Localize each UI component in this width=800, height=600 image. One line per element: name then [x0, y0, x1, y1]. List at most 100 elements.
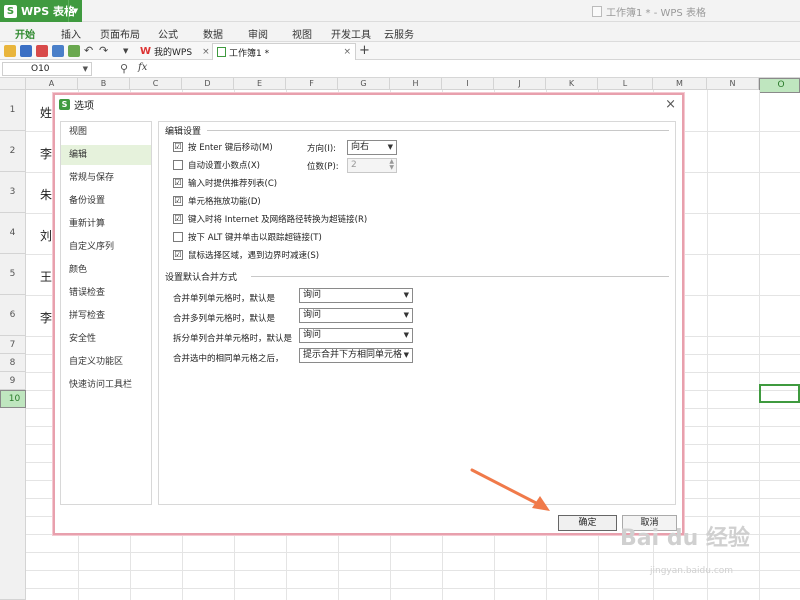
column-header[interactable]: H [390, 78, 442, 90]
name-box[interactable]: O10 ▼ [2, 62, 92, 76]
checkbox-drag-drop[interactable]: ☑ 单元格拖放功能(D) [173, 194, 261, 208]
row-header[interactable]: 2 [0, 131, 26, 172]
column-header[interactable]: C [130, 78, 182, 90]
document-icon [592, 6, 602, 17]
section-title-edit: 编辑设置 [165, 127, 202, 137]
options-dialog: S 选项 × 视图 编辑 常规与保存 备份设置 重新计算 自定义序列 颜色 错误… [53, 93, 684, 535]
close-icon[interactable]: × [202, 47, 210, 57]
row-header[interactable]: 9 [0, 372, 26, 390]
chevron-down-icon: ▼ [403, 291, 409, 299]
save-icon[interactable] [20, 45, 32, 57]
ok-button[interactable]: 确定 [558, 515, 617, 531]
app-menu-button[interactable]: S WPS 表格 ▼ [0, 0, 82, 22]
tab-my-wps[interactable]: W 我的WPS × [136, 43, 214, 60]
print-icon[interactable] [52, 45, 64, 57]
formula-bar: O10 ▼ ⚲ fx [0, 60, 800, 78]
checkbox-autocomplete[interactable]: ☑ 输入时提供推荐列表(C) [173, 176, 277, 190]
cell-a2: 李 [40, 147, 53, 161]
column-header[interactable]: D [182, 78, 234, 90]
cell-a5: 王 [40, 270, 53, 284]
split-single-col-label: 拆分单列合并单元格时，默认是 [173, 334, 293, 344]
checkbox-auto-decimal[interactable]: 自动设置小数点(X) [173, 158, 260, 172]
sidebar-item-security[interactable]: 安全性 [61, 329, 151, 349]
sidebar-item-color[interactable]: 颜色 [61, 260, 151, 280]
spinner-icon: ▲ ▼ [389, 158, 394, 171]
column-header[interactable]: G [338, 78, 390, 90]
row-header-selected[interactable]: 10 [0, 390, 26, 408]
column-header[interactable]: L [598, 78, 653, 90]
sidebar-item-spell-check[interactable]: 拼写检查 [61, 306, 151, 326]
tab-page-layout[interactable]: 页面布局 [100, 26, 140, 41]
column-header[interactable]: J [494, 78, 546, 90]
tab-workbook1[interactable]: 工作簿1 * × [212, 43, 356, 60]
column-header[interactable]: K [546, 78, 598, 90]
row-header-filler [0, 408, 26, 600]
chevron-down-icon: ▼ [403, 311, 409, 319]
row-header[interactable]: 6 [0, 295, 26, 336]
sidebar-item-customize-ribbon[interactable]: 自定义功能区 [61, 352, 151, 372]
column-header-selected[interactable]: O [759, 78, 800, 93]
section-title-merge: 设置默认合并方式 [165, 273, 238, 283]
sidebar-item-recalculate[interactable]: 重新计算 [61, 214, 151, 234]
selected-cell-o10[interactable] [759, 384, 800, 403]
column-header[interactable]: B [78, 78, 130, 90]
tab-developer[interactable]: 开发工具 [331, 26, 371, 41]
digits-label: 位数(P): [307, 162, 339, 172]
tab-data[interactable]: 数据 [203, 26, 223, 41]
tab-home[interactable]: 开始 [15, 26, 35, 41]
close-icon[interactable]: × [665, 97, 676, 112]
export-pdf-icon[interactable] [36, 45, 48, 57]
sidebar-item-view[interactable]: 视图 [61, 122, 151, 142]
row-header[interactable]: 4 [0, 213, 26, 254]
column-header[interactable]: F [286, 78, 338, 90]
direction-select[interactable]: 向右 ▼ [347, 140, 397, 155]
merge-same-cells-select[interactable]: 提示合并下方相同单元格 ▼ [299, 348, 413, 363]
close-icon[interactable]: × [343, 47, 351, 57]
print-preview-icon[interactable] [68, 45, 80, 57]
tab-view[interactable]: 视图 [292, 26, 312, 41]
checkbox-hyperlink-convert[interactable]: ☑ 键入时将 Internet 及网络路径转换为超链接(R) [173, 212, 367, 226]
column-header[interactable]: E [234, 78, 286, 90]
open-folder-icon[interactable] [4, 45, 16, 57]
new-tab-icon[interactable]: + [359, 43, 370, 58]
row-header[interactable]: 5 [0, 254, 26, 295]
tab-formulas[interactable]: 公式 [158, 26, 178, 41]
column-header[interactable]: I [442, 78, 494, 90]
tab-insert[interactable]: 插入 [61, 26, 81, 41]
fx-icon[interactable]: fx [138, 62, 147, 73]
row-header[interactable]: 7 [0, 336, 26, 354]
chevron-down-icon[interactable]: ▼ [83, 63, 88, 75]
customize-toolbar-icon[interactable]: ▼ [123, 45, 135, 57]
row-header[interactable]: 1 [0, 90, 26, 131]
column-header[interactable]: M [653, 78, 707, 90]
sidebar-item-general-save[interactable]: 常规与保存 [61, 168, 151, 188]
split-single-col-select[interactable]: 询问 ▼ [299, 328, 413, 343]
redo-icon[interactable]: ↷ [99, 45, 111, 57]
sidebar-item-custom-lists[interactable]: 自定义序列 [61, 237, 151, 257]
merge-single-col-select[interactable]: 询问 ▼ [299, 288, 413, 303]
sidebar-item-edit[interactable]: 编辑 [61, 145, 151, 165]
digits-stepper[interactable]: 2 ▲ ▼ [347, 158, 397, 173]
merge-multi-col-select[interactable]: 询问 ▼ [299, 308, 413, 323]
sidebar-item-backup[interactable]: 备份设置 [61, 191, 151, 211]
row-header[interactable]: 8 [0, 354, 26, 372]
tab-cloud[interactable]: 云服务 [384, 26, 414, 41]
grid-line [759, 90, 760, 600]
window-title: 工作簿1 * - WPS 表格 [592, 4, 706, 19]
row-header[interactable]: 3 [0, 172, 26, 213]
undo-icon[interactable]: ↶ [84, 45, 96, 57]
sidebar-item-quick-access[interactable]: 快速访问工具栏 [61, 375, 151, 395]
chevron-down-icon[interactable]: ▼ [68, 0, 82, 22]
checkbox-mouse-slowdown[interactable]: ☑ 鼠标选择区域，遇到边界时减速(S) [173, 248, 319, 262]
column-header[interactable]: N [707, 78, 759, 90]
merge-single-col-label: 合并单列单元格时，默认是 [173, 294, 276, 304]
dialog-title-bar: S 选项 [55, 95, 682, 113]
checkbox-alt-follow-link[interactable]: 按下 ALT 键并单击以跟踪超链接(T) [173, 230, 322, 244]
zoom-magnifier-icon[interactable]: ⚲ [120, 62, 128, 75]
tab-review[interactable]: 审阅 [248, 26, 268, 41]
sidebar-item-error-check[interactable]: 错误检查 [61, 283, 151, 303]
chevron-down-icon: ▼ [387, 143, 393, 151]
select-all-corner[interactable] [0, 78, 26, 90]
checkbox-enter-move[interactable]: ☑ 按 Enter 键后移动(M) [173, 140, 273, 154]
column-header[interactable]: A [26, 78, 78, 90]
